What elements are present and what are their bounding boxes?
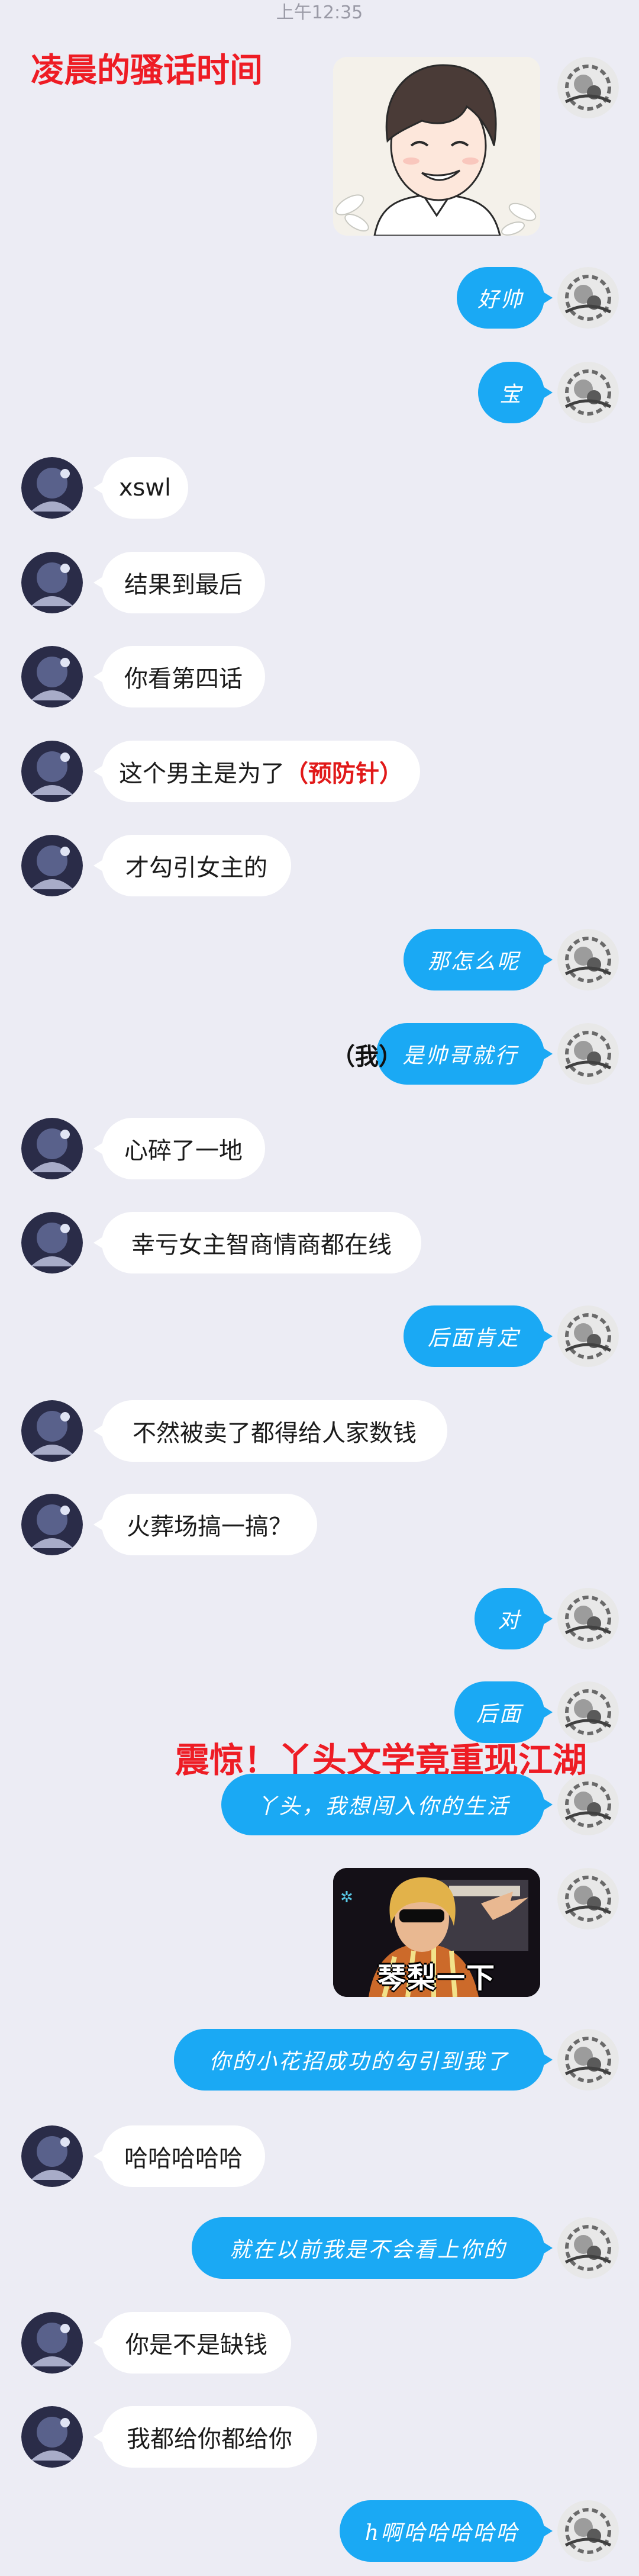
avatar-contact[interactable]	[21, 457, 83, 519]
avatar-contact[interactable]	[21, 2406, 83, 2468]
message-text: 后面肯定	[427, 1326, 520, 1350]
anime-boy-image	[333, 57, 540, 236]
message-bubble-incoming[interactable]: xswl	[93, 457, 188, 519]
avatar-contact[interactable]	[21, 835, 83, 896]
avatar-self[interactable]	[557, 1588, 619, 1649]
avatar-contact[interactable]	[21, 1494, 83, 1555]
message-bubble-incoming[interactable]: 结果到最后	[93, 552, 265, 613]
message-bubble-incoming[interactable]: 不然被卖了都得给人家数钱	[93, 1400, 447, 1462]
message-text: 好帅	[477, 288, 524, 312]
avatar-self[interactable]	[557, 2500, 619, 2562]
message-sticker[interactable]: ✲ 琴梨一下	[333, 1868, 540, 1997]
message-text: 你看第四话	[124, 665, 243, 693]
message-bubble-outgoing[interactable]: 你的小花招成功的勾引到我了	[174, 2029, 553, 2091]
message-bubble-incoming[interactable]: 心碎了一地	[93, 1118, 265, 1179]
avatar-self[interactable]	[557, 57, 619, 118]
message-text: 这个男主是为了	[119, 760, 285, 787]
message-bubble-outgoing[interactable]: h啊哈哈哈哈哈	[340, 2500, 553, 2562]
message-text: 那怎么呢	[427, 950, 520, 974]
message-text: 不然被卖了都得给人家数钱	[133, 1420, 417, 1447]
message-bubble-incoming[interactable]: 你看第四话	[93, 646, 265, 707]
message-text: 就在以前我是不会看上你的	[229, 2238, 506, 2262]
message-prefix-mark: （我）	[331, 1043, 402, 1070]
message-bubble-incoming[interactable]: 你是不是缺钱	[93, 2312, 291, 2374]
message-bubble-incoming[interactable]: 哈哈哈哈哈	[93, 2125, 265, 2187]
message-text: 结果到最后	[124, 571, 243, 599]
message-text: 幸亏女主智商情商都在线	[131, 1231, 392, 1259]
message-bubble-incoming[interactable]: 火葬场搞一搞？	[93, 1494, 317, 1555]
avatar-self[interactable]	[557, 929, 619, 990]
message-text: 你的小花招成功的勾引到我了	[209, 2050, 509, 2074]
svg-text:✲: ✲	[340, 1889, 353, 1906]
avatar-contact[interactable]	[21, 646, 83, 707]
message-text: 丫头，我想闯入你的生活	[256, 1794, 510, 1819]
message-text: xswl	[118, 474, 172, 501]
message-text: 我都给你都给你	[127, 2426, 292, 2453]
message-text: 宝	[499, 382, 523, 407]
message-bubble-incoming[interactable]: 我都给你都给你	[93, 2406, 317, 2468]
message-text: 对	[498, 1609, 521, 1633]
avatar-contact[interactable]	[21, 1118, 83, 1179]
avatar-self[interactable]	[557, 1305, 619, 1367]
message-image[interactable]	[333, 57, 540, 236]
message-bubble-outgoing[interactable]: 那怎么呢	[404, 929, 553, 990]
avatar-contact[interactable]	[21, 2125, 83, 2187]
avatar-contact[interactable]	[21, 741, 83, 802]
avatar-self[interactable]	[557, 1774, 619, 1835]
sticker-caption: 琴梨一下	[377, 1961, 496, 1995]
message-bubble-outgoing[interactable]: 丫头，我想闯入你的生活	[221, 1774, 553, 1835]
message-bubble-outgoing[interactable]: 好帅	[457, 267, 553, 329]
message-text: 后面	[476, 1702, 522, 1726]
message-bubble-outgoing[interactable]: 后面肯定	[404, 1305, 553, 1367]
message-bubble-outgoing[interactable]: 就在以前我是不会看上你的	[192, 2217, 553, 2279]
message-text: 是帅哥就行	[402, 1044, 518, 1068]
status-bar-time: 上午12:35	[276, 2, 363, 23]
message-text: h啊哈哈哈哈哈	[364, 2521, 519, 2545]
message-bubble-incoming[interactable]: 幸亏女主智商情商都在线	[93, 1212, 421, 1273]
message-bubble-incoming[interactable]: 这个男主是为了 （预防针）	[93, 741, 420, 802]
avatar-self[interactable]	[557, 267, 619, 329]
message-text: 哈哈哈哈哈	[124, 2145, 243, 2172]
avatar-self[interactable]	[557, 2217, 619, 2279]
avatar-contact[interactable]	[21, 1400, 83, 1462]
avatar-self[interactable]	[557, 1868, 619, 1929]
avatar-contact[interactable]	[21, 2312, 83, 2374]
message-text: 你是不是缺钱	[125, 2331, 267, 2359]
message-bubble-outgoing[interactable]: 宝	[478, 362, 553, 423]
avatar-self[interactable]	[557, 362, 619, 423]
message-text: 心碎了一地	[124, 1137, 243, 1165]
message-bubble-incoming[interactable]: 才勾引女主的	[93, 835, 291, 896]
message-text: 才勾引女主的	[125, 854, 267, 882]
avatar-contact[interactable]	[21, 1212, 83, 1273]
avatar-self[interactable]	[557, 1023, 619, 1085]
message-text: 火葬场搞一搞？	[127, 1513, 292, 1541]
message-bubble-outgoing[interactable]: 对	[475, 1588, 553, 1649]
avatar-contact[interactable]	[21, 552, 83, 613]
message-highlight: （预防针）	[285, 760, 403, 787]
avatar-self[interactable]	[557, 2029, 619, 2091]
caption-section-1: 凌晨的骚话时间	[31, 52, 263, 90]
